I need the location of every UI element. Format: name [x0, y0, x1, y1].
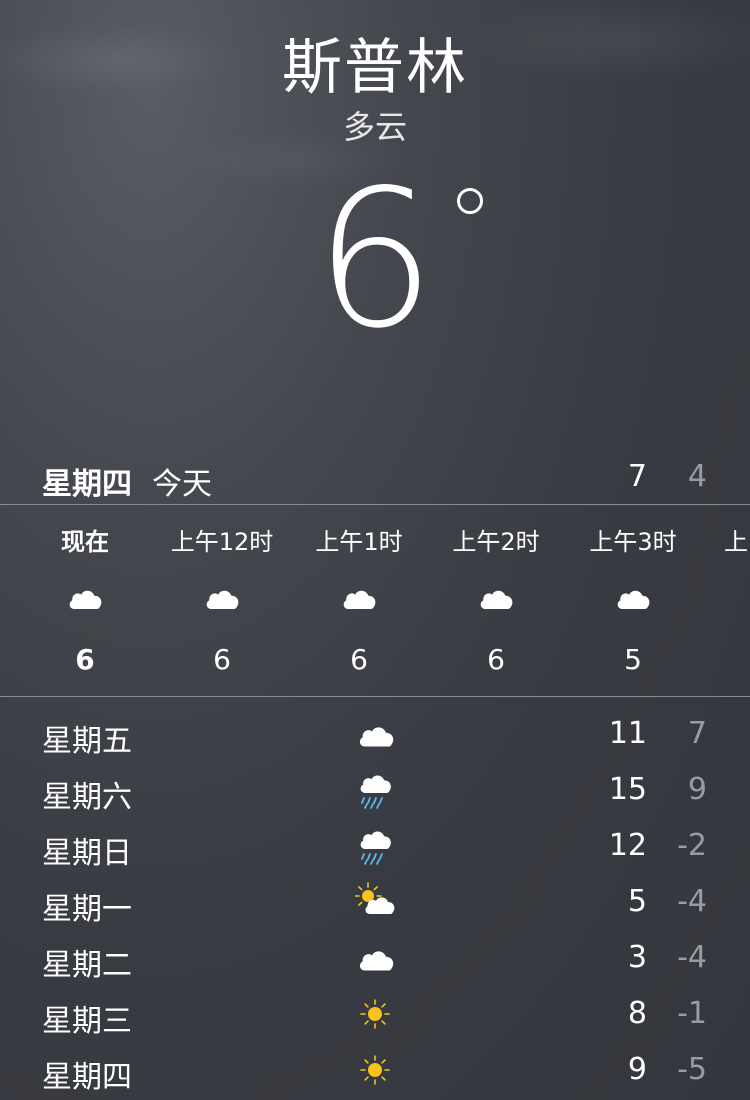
today-low: 4	[687, 459, 707, 494]
day-high: 5	[627, 884, 647, 919]
daily-row: 星期四 9 -5	[0, 1044, 750, 1100]
daily-row: 星期六 15 9	[0, 764, 750, 820]
today-day: 星期四	[42, 467, 132, 502]
partly-sunny-icon	[355, 880, 397, 924]
daily-row: 星期三 8 -1	[0, 988, 750, 1044]
daily-row: 星期日 12 -2	[0, 820, 750, 876]
today-high: 7	[627, 459, 647, 494]
hour-temp: 6	[350, 643, 368, 676]
hour-temp: 6	[75, 643, 95, 676]
hour-temp: 6	[487, 643, 505, 676]
rain-icon	[355, 824, 397, 868]
day-low: -4	[677, 940, 707, 975]
cloud-icon	[339, 585, 379, 611]
day-high: 8	[627, 996, 647, 1031]
rain-icon	[355, 768, 397, 812]
day-high: 12	[608, 828, 647, 863]
hourly-forecast[interactable]: 现在 6 上午12时 6 上午1时 6 上午2时 6 上午3时 5 上	[0, 505, 750, 695]
daily-row: 星期一 5 -4	[0, 876, 750, 932]
hour-time: 上午1时	[315, 528, 403, 556]
cloud-icon	[65, 585, 105, 611]
daily-row: 星期五 11 7	[0, 708, 750, 764]
hour-temp: 5	[624, 643, 642, 676]
day-high: 3	[627, 940, 647, 975]
day-name: 星期五	[42, 724, 132, 759]
day-low: -2	[677, 828, 707, 863]
day-name: 星期四	[42, 1060, 132, 1095]
hour-time: 上午3时	[589, 528, 677, 556]
today-label: 今天	[152, 467, 212, 502]
cloud-icon	[202, 585, 242, 611]
sun-icon	[355, 1048, 397, 1092]
day-name: 星期六	[42, 780, 132, 815]
cloud-icon	[613, 585, 653, 611]
current-temperature-value: 6	[314, 149, 436, 370]
day-low: 7	[687, 716, 707, 751]
day-name: 星期三	[42, 1004, 132, 1039]
cloud-icon	[355, 936, 397, 980]
weather-condition: 多云	[342, 108, 407, 146]
degree-icon	[457, 188, 484, 214]
hour-time: 上	[724, 528, 748, 556]
day-low: -1	[677, 996, 707, 1031]
day-high: 11	[608, 716, 647, 751]
day-high: 9	[627, 1052, 647, 1087]
day-low: -4	[677, 884, 707, 919]
hour-time: 现在	[61, 528, 109, 556]
day-low: 9	[687, 772, 707, 807]
day-name: 星期一	[42, 892, 132, 927]
hour-temp: 6	[213, 643, 231, 676]
current-temperature: 6	[0, 165, 750, 355]
city-name: 斯普林	[282, 33, 468, 103]
hour-time: 上午12时	[170, 528, 274, 556]
day-low: -5	[677, 1052, 707, 1087]
cloud-icon	[355, 712, 397, 756]
hour-time: 上午2时	[452, 528, 540, 556]
day-high: 15	[608, 772, 647, 807]
day-name: 星期日	[42, 836, 132, 871]
today-row: 星期四 今天 7 4	[0, 455, 750, 503]
cloud-icon	[476, 585, 516, 611]
day-name: 星期二	[42, 948, 132, 983]
sun-icon	[355, 992, 397, 1036]
divider-bottom	[0, 696, 750, 697]
daily-row: 星期二 3 -4	[0, 932, 750, 988]
